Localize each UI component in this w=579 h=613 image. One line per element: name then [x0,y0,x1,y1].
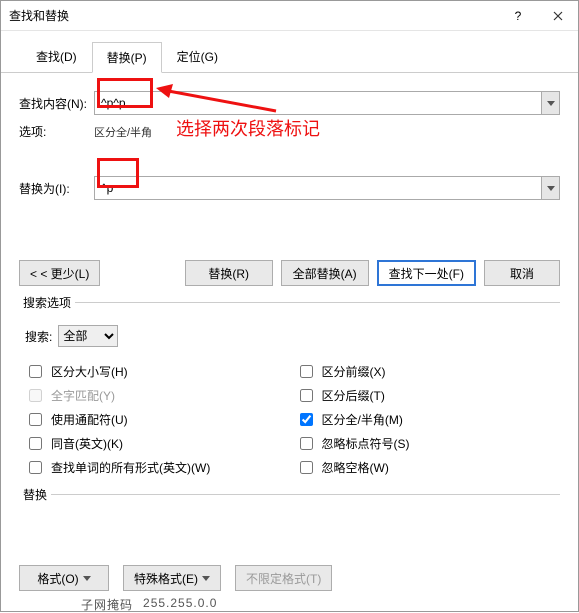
no-format-button: 不限定格式(T) [235,565,332,591]
replace-with-dropdown[interactable] [541,177,559,199]
cancel-button[interactable]: 取消 [484,260,560,286]
tab-goto[interactable]: 定位(G) [162,41,233,72]
find-what-dropdown[interactable] [541,92,559,114]
dialog-body: 查找内容(N): 选项: 区分全/半角 替换为(I): < < 更少(L) [1,73,578,511]
chk-sounds-like[interactable]: 同音(英文)(K) [25,434,284,453]
help-button[interactable]: ? [498,1,538,31]
close-button[interactable] [538,1,578,31]
chk-ignore-space[interactable]: 忽略空格(W) [296,458,555,477]
replace-with-field[interactable] [94,176,560,200]
window-title: 查找和替换 [1,7,498,24]
options-label: 选项: [19,123,94,140]
find-what-label: 查找内容(N): [19,95,94,112]
find-what-field[interactable] [94,91,560,115]
chk-word-forms[interactable]: 查找单词的所有形式(英文)(W) [25,458,284,477]
options-value: 区分全/半角 [94,124,152,140]
tab-replace[interactable]: 替换(P) [92,42,162,73]
chk-match-case[interactable]: 区分大小写(H) [25,362,284,381]
chk-whole-word: 全字匹配(Y) [25,386,284,405]
titlebar: 查找和替换 ? [1,1,578,31]
search-options-group: 搜索选项 搜索: 全部 区分大小写(H) 全字匹配(Y) 使用通配符(U) 同音… [19,294,560,482]
footer-fragment: 子网掩码255.255.0.0 [81,596,217,613]
replace-with-label: 替换为(I): [19,180,94,197]
replace-format-group: 替换 [19,486,560,511]
chevron-down-icon [547,101,555,106]
format-button[interactable]: 格式(O) [19,565,109,591]
chevron-down-icon [547,186,555,191]
search-scope-label: 搜索: [25,328,52,345]
find-what-input[interactable] [95,92,541,114]
chk-full-half[interactable]: 区分全/半角(M) [296,410,555,429]
chevron-down-icon [83,576,91,581]
tab-bar: 查找(D) 替换(P) 定位(G) [1,31,578,73]
less-button[interactable]: < < 更少(L) [19,260,100,286]
chk-match-prefix[interactable]: 区分前缀(X) [296,362,555,381]
replace-all-button[interactable]: 全部替换(A) [281,260,369,286]
search-options-legend: 搜索选项 [19,294,75,311]
replace-button[interactable]: 替换(R) [185,260,273,286]
replace-format-legend: 替换 [19,486,51,503]
tab-find[interactable]: 查找(D) [21,41,92,72]
search-scope-select[interactable]: 全部 [58,325,118,347]
find-next-button[interactable]: 查找下一处(F) [377,260,476,286]
chevron-down-icon [202,576,210,581]
close-icon [553,11,563,21]
format-button-row: 格式(O) 特殊格式(E) 不限定格式(T) [19,565,560,591]
special-format-button[interactable]: 特殊格式(E) [123,565,221,591]
replace-with-input[interactable] [95,177,541,199]
find-replace-dialog: 查找和替换 ? 查找(D) 替换(P) 定位(G) 查找内容(N): 选项: 区… [0,0,579,612]
chk-wildcards[interactable]: 使用通配符(U) [25,410,284,429]
chk-ignore-punct[interactable]: 忽略标点符号(S) [296,434,555,453]
chk-match-suffix[interactable]: 区分后缀(T) [296,386,555,405]
